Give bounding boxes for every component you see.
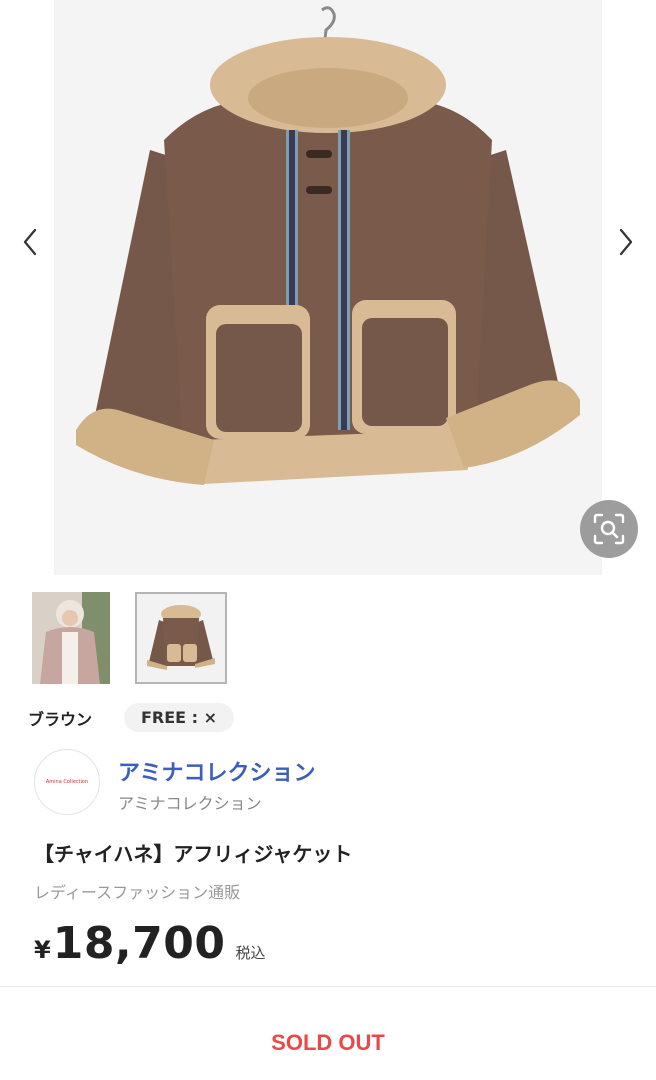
chevron-right-icon — [619, 228, 633, 256]
product-price: 18,700 — [52, 918, 226, 969]
shop-name-link[interactable]: アミナコレクション — [118, 755, 316, 787]
next-image-button[interactable] — [608, 222, 644, 262]
sold-out-button[interactable]: SOLD OUT — [0, 1010, 656, 1076]
chevron-left-icon — [23, 228, 37, 256]
thumbnail-image[interactable] — [32, 592, 110, 684]
product-category: レディースファッション通販 — [34, 883, 241, 902]
price-row: ¥ 18,700 税込 — [34, 918, 266, 969]
shop-subname: アミナコレクション — [118, 794, 262, 813]
thumbnail-image-selected[interactable] — [135, 592, 227, 684]
shop-logo-text: Amina Collection — [45, 779, 89, 785]
product-image-gallery[interactable] — [0, 0, 656, 578]
visual-search-button[interactable] — [580, 500, 638, 558]
product-title: 【チャイハネ】アフリィジャケット — [34, 842, 353, 866]
shop-logo[interactable]: Amina Collection — [34, 749, 100, 815]
size-chip[interactable]: FREE : × — [124, 703, 235, 732]
previous-image-button[interactable] — [12, 222, 48, 262]
color-label: ブラウン — [28, 710, 93, 729]
visual-search-icon — [593, 513, 625, 545]
currency-symbol: ¥ — [34, 936, 51, 964]
divider — [0, 986, 656, 987]
product-main-image[interactable] — [54, 0, 602, 575]
tax-label: 税込 — [235, 944, 266, 962]
